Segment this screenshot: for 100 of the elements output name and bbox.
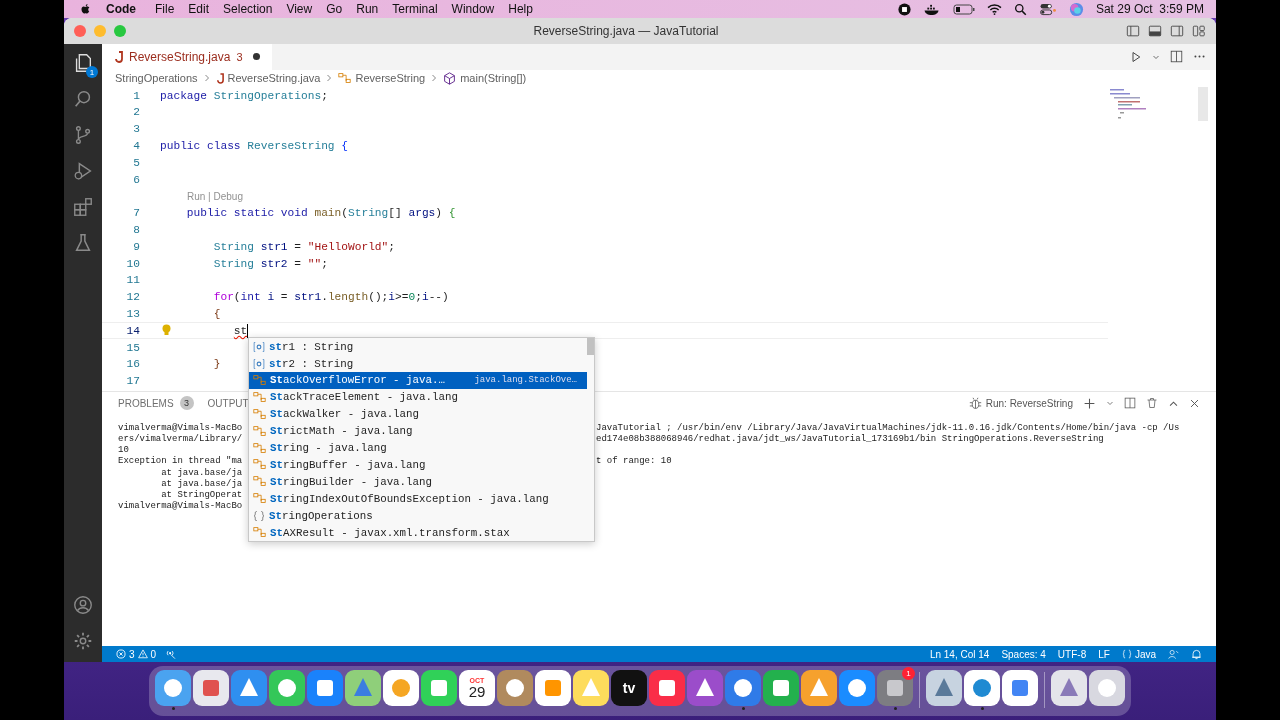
- menu-item[interactable]: Terminal: [385, 2, 445, 16]
- suggestion-item[interactable]: str2 : String: [249, 355, 587, 373]
- suggestion-item[interactable]: StringBuilder - java.lang: [249, 473, 587, 491]
- app-icon[interactable]: [964, 670, 1000, 706]
- suggestion-item[interactable]: StAXResult - javax.xml.transform.stax: [249, 524, 587, 541]
- app-icon[interactable]: [926, 670, 962, 706]
- code-line: public static void main(String[] args) {: [185, 207, 456, 220]
- error-icon: [116, 649, 126, 660]
- menu-item[interactable]: File: [148, 2, 182, 16]
- app-icon[interactable]: [573, 670, 609, 706]
- class-icon: [338, 71, 352, 85]
- menu-item[interactable]: View: [279, 2, 320, 16]
- line-number: 13: [125, 308, 140, 320]
- terminal-text: ed174e08b388068946/redhat.java/jdt_ws/JavaTutorial_173169b1/bin StringOperations.ReverseString: [596, 434, 1104, 445]
- panel-layout-icon: [1148, 24, 1162, 38]
- app-icon[interactable]: [193, 670, 229, 706]
- app-icon[interactable]: [345, 670, 381, 706]
- warning-icon: [137, 649, 148, 660]
- split-layout-icon: [1170, 24, 1184, 38]
- line-number: 10: [125, 257, 140, 270]
- app-menu[interactable]: Code: [92, 2, 148, 16]
- app-icon[interactable]: [1089, 670, 1125, 706]
- status-item[interactable]: Ln 14, Col 14: [923, 648, 996, 660]
- language-status[interactable]: Java: [1115, 648, 1162, 660]
- stop-icon: [897, 2, 911, 16]
- customize-layout-icon: [1192, 24, 1206, 38]
- suggestion-item[interactable]: String - java.lang: [249, 439, 587, 457]
- app-icon[interactable]: [231, 670, 267, 706]
- app-icon[interactable]: [1002, 670, 1038, 706]
- close-icon: [1189, 397, 1200, 409]
- menu-item[interactable]: Run: [349, 2, 386, 16]
- terminal-text: JavaTutorial ; /usr/bin/env /Library/Java/JavaVirtualMachines/jdk-11.0.16.jdk/Contents/Home/bin/java -cp /Us: [596, 422, 1180, 433]
- settings-icon[interactable]: [72, 630, 94, 652]
- run-icon: [1130, 50, 1142, 63]
- menu-item[interactable]: Selection: [216, 2, 280, 16]
- extensions-icon[interactable]: [72, 196, 94, 218]
- status-item[interactable]: UTF-8: [1051, 648, 1093, 660]
- problems-status[interactable]: 3 0: [110, 648, 163, 660]
- plus-icon: [1083, 396, 1096, 410]
- panel-tab[interactable]: OUTPUT: [207, 397, 249, 409]
- breadcrumb-item[interactable]: main(String[]): [460, 72, 527, 85]
- menu-item[interactable]: Help: [501, 2, 540, 16]
- app-icon[interactable]: [877, 670, 913, 706]
- braces-icon: [1121, 649, 1132, 660]
- line-number: 8: [132, 224, 140, 237]
- app-icon[interactable]: [725, 670, 761, 706]
- bell-icon: [1191, 648, 1202, 660]
- search-icon: [1013, 2, 1027, 16]
- suggestion-item[interactable]: StringIndexOutOfBoundsException - java.lang: [249, 490, 587, 508]
- line-number: 3: [132, 123, 140, 136]
- app-icon[interactable]: [649, 670, 685, 706]
- scrollbar-thumb[interactable]: [587, 338, 594, 356]
- warning-count: 0: [150, 648, 157, 660]
- app-icon[interactable]: [839, 670, 875, 706]
- run-debug-icon[interactable]: [72, 160, 94, 182]
- class-icon: [253, 475, 266, 489]
- suggestion-item[interactable]: str1 : String: [249, 338, 587, 356]
- app-icon[interactable]: [421, 670, 457, 706]
- app-icon[interactable]: [1051, 670, 1087, 706]
- editor-tab[interactable]: ReverseString.java 3: [102, 44, 272, 70]
- suggestion-item[interactable]: StackOverflowError - java.… java.lang.StackOve…: [249, 372, 587, 389]
- status-item[interactable]: LF: [1092, 648, 1116, 660]
- menu-item[interactable]: Window: [444, 2, 502, 16]
- menu-item[interactable]: Go: [319, 2, 350, 16]
- suggestion-item[interactable]: StringBuffer - java.lang: [249, 456, 587, 474]
- suggestion-item[interactable]: StackTraceElement - java.lang: [249, 388, 587, 406]
- menu-item[interactable]: Edit: [181, 2, 217, 16]
- terminal-text: vimalverma@Vimals-MacBo: [118, 422, 243, 433]
- panel-tab[interactable]: PROBLEMS 3: [118, 396, 194, 411]
- chevron-right-icon: [430, 74, 439, 83]
- app-icon[interactable]: [269, 670, 305, 706]
- code-line: st: [232, 323, 249, 338]
- orb-icon: [1068, 1, 1084, 17]
- app-icon[interactable]: [497, 670, 533, 706]
- breadcrumb-item[interactable]: ReverseString.java: [227, 72, 321, 85]
- app-icon[interactable]: [687, 670, 723, 706]
- terminal-text: t of range: 10: [596, 456, 672, 467]
- suggestion-item[interactable]: StringOperations: [249, 507, 587, 525]
- status-item[interactable]: Spaces: 4: [995, 648, 1052, 660]
- app-icon[interactable]: [535, 670, 571, 706]
- minimap-drawing[interactable]: [1108, 87, 1208, 122]
- code-line: }: [212, 358, 221, 371]
- account-icon[interactable]: [72, 594, 94, 616]
- code-line: String str2 = "";: [212, 257, 328, 270]
- app-icon[interactable]: [307, 670, 343, 706]
- suggestion-item[interactable]: StrictMath - java.lang: [249, 422, 587, 440]
- broadcast-icon: [166, 648, 178, 660]
- app-icon[interactable]: [801, 670, 837, 706]
- app-icon[interactable]: [155, 670, 191, 706]
- class-icon: [253, 374, 266, 387]
- suggestion-item[interactable]: StackWalker - java.lang: [249, 405, 587, 423]
- app-icon[interactable]: [383, 670, 419, 706]
- breadcrumb-item[interactable]: StringOperations: [115, 72, 198, 85]
- menu-clock: Sat 29 Oct 3:59 PM: [1095, 2, 1204, 16]
- breadcrumb-item[interactable]: ReverseString: [355, 72, 426, 85]
- field-icon: [253, 357, 265, 370]
- tv-app-icon[interactable]: tv: [611, 670, 647, 706]
- app-icon[interactable]: [763, 670, 799, 706]
- terminal-name[interactable]: Run: ReverseString: [985, 397, 1073, 409]
- error-count: 3: [129, 648, 135, 660]
